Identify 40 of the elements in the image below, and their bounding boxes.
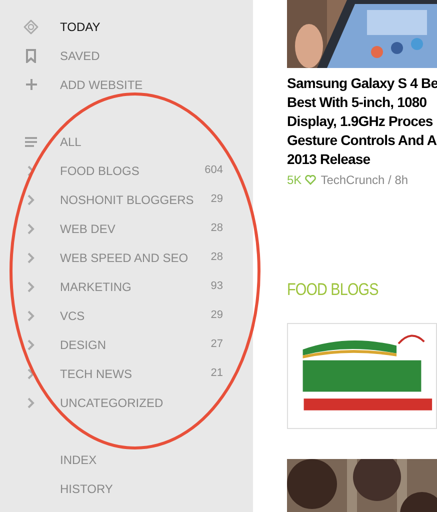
category-item[interactable]: VCS bbox=[60, 306, 211, 324]
chevron-icon bbox=[27, 368, 35, 380]
nav-item[interactable]: ADD WEBSITE bbox=[60, 76, 143, 94]
item-count: 27 bbox=[210, 337, 223, 352]
diamond-icon bbox=[23, 18, 39, 34]
category-item[interactable]: NOSHONIT BLOGGERS bbox=[60, 190, 211, 208]
plus-icon bbox=[26, 79, 36, 90]
nav-item[interactable]: SAVED bbox=[60, 46, 100, 64]
chevron-icon bbox=[27, 338, 35, 350]
chevron-icon bbox=[27, 280, 35, 292]
item-count: 29 bbox=[210, 192, 223, 208]
category-item[interactable]: UNCATEGORIZED bbox=[60, 394, 223, 412]
heart-icon bbox=[304, 175, 316, 185]
item-count: 604 bbox=[204, 163, 223, 178]
category-item[interactable]: TECH NEWS bbox=[60, 364, 211, 382]
item-count: 21 bbox=[210, 366, 223, 382]
chevron-icon bbox=[27, 396, 35, 408]
item-count: 28 bbox=[210, 221, 223, 236]
nav-item[interactable]: TODAY bbox=[60, 18, 100, 36]
category-item[interactable]: WEB DEV bbox=[60, 220, 211, 238]
chevron-icon bbox=[27, 252, 35, 264]
bookmark-icon bbox=[26, 48, 36, 62]
chevron-icon bbox=[27, 194, 35, 206]
category-item[interactable]: ALL bbox=[60, 132, 82, 150]
category-item[interactable]: MARKETING bbox=[60, 278, 211, 296]
sidebar-link[interactable]: HISTORY bbox=[60, 480, 113, 498]
item-count: 28 bbox=[210, 250, 223, 266]
item-count: 29 bbox=[210, 308, 223, 324]
chevron-icon bbox=[27, 222, 35, 234]
category-item[interactable]: WEB SPEED AND SEO bbox=[60, 248, 211, 266]
section-title: FOOD BLOGS bbox=[287, 279, 380, 301]
chevron-icon bbox=[27, 310, 35, 322]
list-icon bbox=[25, 136, 37, 146]
sidebar-link[interactable]: INDEX bbox=[60, 450, 97, 468]
category-item[interactable]: FOOD BLOGS bbox=[60, 162, 205, 180]
category-item[interactable]: DESIGN bbox=[60, 336, 211, 354]
article-source: TechCrunch / 8h bbox=[320, 172, 408, 189]
like-count: 5K bbox=[287, 172, 302, 189]
item-count: 93 bbox=[210, 279, 223, 294]
chevron-icon bbox=[27, 164, 35, 176]
